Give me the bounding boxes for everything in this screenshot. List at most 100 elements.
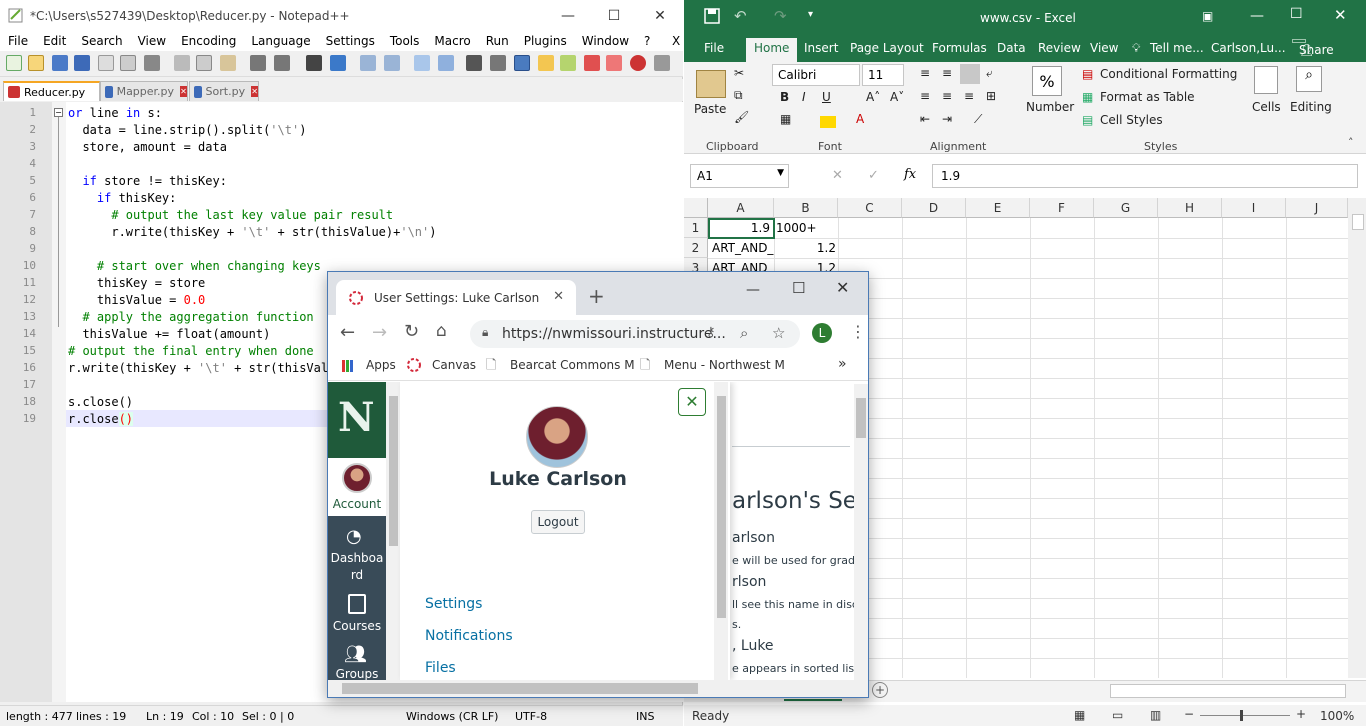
close-tray-button[interactable]: ✕ [678, 388, 706, 416]
home-icon[interactable]: ⌂ [436, 321, 447, 341]
zoom-out-icon[interactable] [384, 55, 400, 71]
reload-icon[interactable]: ↻ [404, 321, 419, 342]
select-all-button[interactable] [684, 198, 708, 218]
tell-me-box[interactable]: Tell me... [1150, 41, 1204, 55]
menu-macro[interactable]: Macro [426, 34, 477, 48]
doc-map-icon[interactable] [560, 55, 576, 71]
nav-label[interactable]: Groups [328, 666, 386, 680]
row-header[interactable]: 2 [684, 238, 708, 258]
font-name-select[interactable]: Calibri [772, 64, 860, 86]
undo-icon[interactable]: ↶ [734, 7, 747, 25]
print-icon[interactable] [144, 55, 160, 71]
row-header[interactable]: 1 [684, 218, 708, 238]
new-tab-icon[interactable]: + [588, 284, 605, 308]
column-header[interactable]: A [708, 198, 774, 218]
logout-button[interactable]: Logout [531, 510, 585, 534]
function-list-icon[interactable] [584, 55, 600, 71]
close-button[interactable]: ✕ [637, 0, 683, 31]
maximize-button[interactable]: ☐ [792, 279, 805, 297]
nav-scroll-thumb[interactable] [389, 396, 398, 546]
notifications-link[interactable]: Notifications [425, 628, 513, 644]
menu-view[interactable]: View [130, 34, 173, 48]
tab-data[interactable]: Data [997, 41, 1026, 55]
fill-color-icon[interactable] [820, 116, 836, 128]
scroll-thumb[interactable] [1352, 214, 1364, 230]
menu-search[interactable]: Search [73, 34, 129, 48]
enter-icon[interactable]: ✓ [868, 168, 879, 183]
menu-language[interactable]: Language [243, 34, 317, 48]
settings-link[interactable]: Settings [425, 596, 482, 612]
tab-page-layout[interactable]: Page Layout [850, 41, 924, 55]
paste-label[interactable]: Paste [694, 102, 726, 116]
tab-review[interactable]: Review [1038, 41, 1081, 55]
formula-input[interactable]: 1.9 [932, 164, 1358, 188]
northwest-logo[interactable]: N [328, 382, 386, 458]
h-scroll-thumb[interactable] [342, 683, 698, 694]
bookmark-menu-northwest[interactable]: Menu - Northwest M [664, 358, 785, 372]
cut-icon[interactable] [174, 55, 190, 71]
align-left-icon[interactable]: ≡ [920, 89, 930, 103]
sync-horizontal-icon[interactable] [438, 55, 454, 71]
align-bottom-icon[interactable] [960, 64, 980, 84]
format-painter-icon[interactable]: 🖌︎ [734, 110, 749, 124]
decrease-indent-icon[interactable]: ⇤ [920, 112, 930, 126]
underline-icon[interactable]: U [822, 90, 831, 104]
number-format-label[interactable]: Number [1026, 100, 1074, 114]
insert-function-icon[interactable]: fx [904, 167, 916, 182]
page-scroll-thumb[interactable] [856, 398, 866, 438]
close-tab-icon[interactable]: ✕ [180, 86, 187, 97]
ribbon-display-icon[interactable]: ▣ [1202, 9, 1213, 23]
word-wrap-icon[interactable] [466, 55, 482, 71]
column-header[interactable]: E [966, 198, 1030, 218]
nav-label[interactable]: Courses [328, 618, 386, 634]
nav-scrollbar[interactable] [386, 382, 400, 680]
tab-view[interactable]: View [1090, 41, 1118, 55]
replace-icon[interactable] [330, 55, 346, 71]
forward-icon[interactable]: → [372, 322, 387, 343]
lang-icon[interactable] [538, 55, 554, 71]
status-eol[interactable]: Windows (CR LF) [406, 710, 498, 723]
close-tab-icon[interactable]: ✕ [251, 86, 258, 97]
page-break-view-icon[interactable]: ▥ [1150, 708, 1161, 722]
grow-font-icon[interactable]: A˄ [866, 90, 880, 104]
cells-button[interactable]: Cells [1252, 100, 1281, 114]
customize-qat-icon[interactable]: ▾ [808, 9, 813, 20]
menu-plugins[interactable]: Plugins [516, 34, 574, 48]
apps-icon[interactable] [342, 360, 354, 372]
cells-icon[interactable] [1254, 66, 1278, 94]
menu-file[interactable]: File [0, 34, 35, 48]
status-mode[interactable]: INS [636, 710, 654, 723]
tab-insert[interactable]: Insert [804, 41, 838, 55]
open-file-icon[interactable] [28, 55, 44, 71]
vertical-scrollbar[interactable] [1348, 198, 1366, 678]
save-icon[interactable] [704, 8, 720, 24]
font-size-select[interactable]: 11 [862, 64, 904, 86]
new-file-icon[interactable] [6, 55, 22, 71]
cell-a2[interactable]: ART_AND_ [712, 238, 774, 258]
bookmark-canvas[interactable]: Canvas [432, 358, 476, 372]
copy-icon[interactable] [196, 55, 212, 71]
paste-icon[interactable] [220, 55, 236, 71]
page-scrollbar[interactable] [854, 384, 868, 680]
menu-edit[interactable]: Edit [35, 34, 73, 48]
tab-home[interactable]: Home [746, 38, 798, 62]
tab-mapper[interactable]: Mapper.py ✕ [100, 81, 188, 101]
menu-icon[interactable]: ⋮ [850, 322, 866, 341]
save-all-icon[interactable] [74, 55, 90, 71]
cell-b1[interactable]: 1000+ [776, 218, 838, 238]
zoom-out-icon[interactable]: − [1184, 707, 1194, 721]
sync-scroll-icon[interactable] [414, 55, 430, 71]
page-layout-view-icon[interactable]: ▭ [1112, 708, 1123, 722]
bookmark-apps[interactable]: Apps [366, 358, 396, 372]
column-header[interactable]: I [1222, 198, 1286, 218]
minimize-button[interactable]: — [545, 0, 591, 31]
normal-view-icon[interactable]: ▦ [1074, 708, 1085, 722]
menu-settings[interactable]: Settings [318, 34, 382, 48]
indent-guide-icon[interactable] [514, 55, 530, 71]
nav-label-dashboard-2[interactable]: rd [328, 567, 386, 583]
lock-icon[interactable]: 🔒︎ [482, 325, 488, 340]
format-as-table-button[interactable]: Format as Table [1100, 90, 1195, 104]
dashboard-icon[interactable]: ◔ [346, 526, 362, 547]
redo-icon[interactable]: ↷ [774, 7, 787, 25]
orientation-icon[interactable]: ⟋ [974, 112, 982, 127]
